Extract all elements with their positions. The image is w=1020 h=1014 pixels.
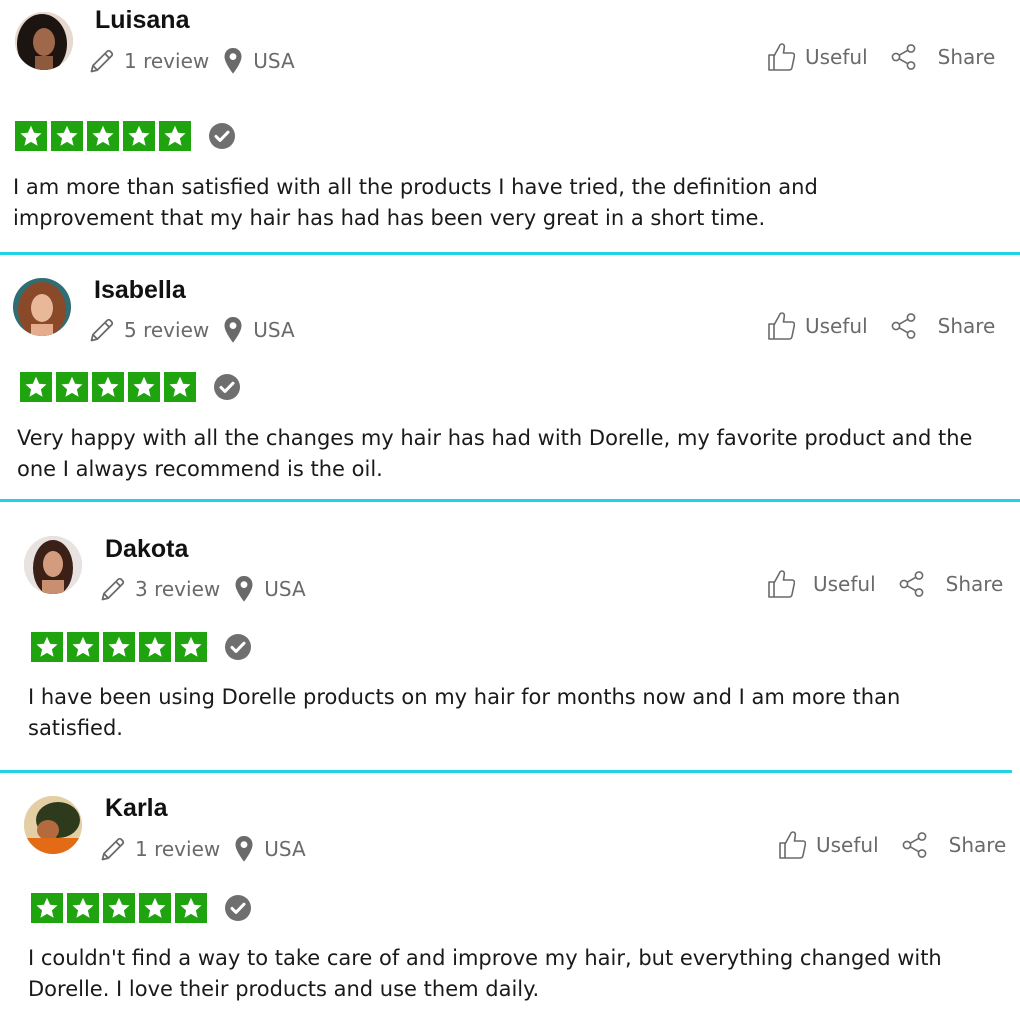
verified-check-icon [225, 634, 251, 660]
star-icon [139, 632, 171, 662]
star-icon [87, 121, 119, 151]
star-icon [31, 632, 63, 662]
review-actions: Useful Share [778, 830, 1006, 860]
star-icon [139, 893, 171, 923]
share-button[interactable]: Share [949, 833, 1007, 857]
map-pin-icon [234, 835, 254, 863]
star-icon [103, 632, 135, 662]
review-meta: 5 review USA [88, 316, 295, 344]
review-meta: 1 review USA [99, 835, 306, 863]
useful-button[interactable]: Useful [805, 45, 868, 69]
star-icon [175, 632, 207, 662]
pencil-icon [99, 575, 127, 603]
star-icon [67, 632, 99, 662]
reviewer-name[interactable]: Luisana [95, 6, 189, 35]
useful-button[interactable]: Useful [805, 314, 868, 338]
location: USA [253, 318, 295, 342]
star-icon [164, 372, 196, 402]
verified-check-icon [209, 123, 235, 149]
review-card: Dakota 3 review USA Useful Share I have … [0, 503, 1020, 771]
share-icon[interactable] [898, 570, 926, 598]
star-icon [123, 121, 155, 151]
share-icon[interactable] [890, 312, 918, 340]
useful-button[interactable]: Useful [816, 833, 879, 857]
review-actions: Useful Share [767, 311, 995, 341]
review-count: 5 review [124, 318, 210, 342]
review-meta: 3 review USA [99, 575, 306, 603]
reviewer-name[interactable]: Karla [105, 794, 168, 823]
location: USA [264, 837, 306, 861]
star-rating [31, 632, 251, 662]
review-count: 3 review [135, 577, 221, 601]
review-count: 1 review [124, 49, 210, 73]
share-icon[interactable] [901, 831, 929, 859]
divider [0, 252, 1020, 255]
review-card: Luisana 1 review USA Useful Share I am m… [0, 0, 1020, 254]
avatar[interactable] [13, 278, 71, 336]
map-pin-icon [234, 575, 254, 603]
review-count: 1 review [135, 837, 221, 861]
star-icon [20, 372, 52, 402]
review-meta: 1 review USA [88, 47, 295, 75]
star-icon [103, 893, 135, 923]
star-icon [92, 372, 124, 402]
share-button[interactable]: Share [938, 314, 996, 338]
thumbs-up-icon[interactable] [778, 830, 806, 860]
share-button[interactable]: Share [938, 45, 996, 69]
thumbs-up-icon[interactable] [767, 42, 795, 72]
review-actions: Useful Share [767, 569, 1003, 599]
star-icon [67, 893, 99, 923]
star-icon [159, 121, 191, 151]
avatar[interactable] [24, 536, 82, 594]
star-icon [51, 121, 83, 151]
review-card: Isabella 5 review USA Useful Share Very … [0, 256, 1020, 500]
reviewer-name[interactable]: Isabella [94, 276, 186, 305]
location: USA [264, 577, 306, 601]
share-button[interactable]: Share [946, 572, 1004, 596]
star-rating [20, 372, 240, 402]
star-icon [15, 121, 47, 151]
location: USA [253, 49, 295, 73]
star-rating [15, 121, 235, 151]
verified-check-icon [225, 895, 251, 921]
review-text: Very happy with all the changes my hair … [17, 426, 973, 481]
avatar[interactable] [15, 12, 73, 70]
useful-button[interactable]: Useful [813, 572, 876, 596]
divider [0, 499, 1020, 502]
avatar[interactable] [24, 796, 82, 854]
map-pin-icon [223, 47, 243, 75]
star-icon [175, 893, 207, 923]
divider [0, 770, 1012, 773]
pencil-icon [88, 316, 116, 344]
verified-check-icon [214, 374, 240, 400]
review-actions: Useful Share [767, 42, 995, 72]
review-card: Karla 1 review USA Useful Share I couldn… [0, 774, 1020, 1014]
pencil-icon [99, 835, 127, 863]
pencil-icon [88, 47, 116, 75]
star-rating [31, 893, 251, 923]
thumbs-up-icon[interactable] [767, 569, 795, 599]
map-pin-icon [223, 316, 243, 344]
reviewer-name[interactable]: Dakota [105, 535, 188, 564]
star-icon [31, 893, 63, 923]
star-icon [56, 372, 88, 402]
thumbs-up-icon[interactable] [767, 311, 795, 341]
share-icon[interactable] [890, 43, 918, 71]
star-icon [128, 372, 160, 402]
review-text: I couldn't find a way to take care of an… [28, 946, 942, 1001]
review-text: I have been using Dorelle products on my… [28, 685, 901, 740]
review-text: I am more than satisfied with all the pr… [13, 175, 818, 230]
